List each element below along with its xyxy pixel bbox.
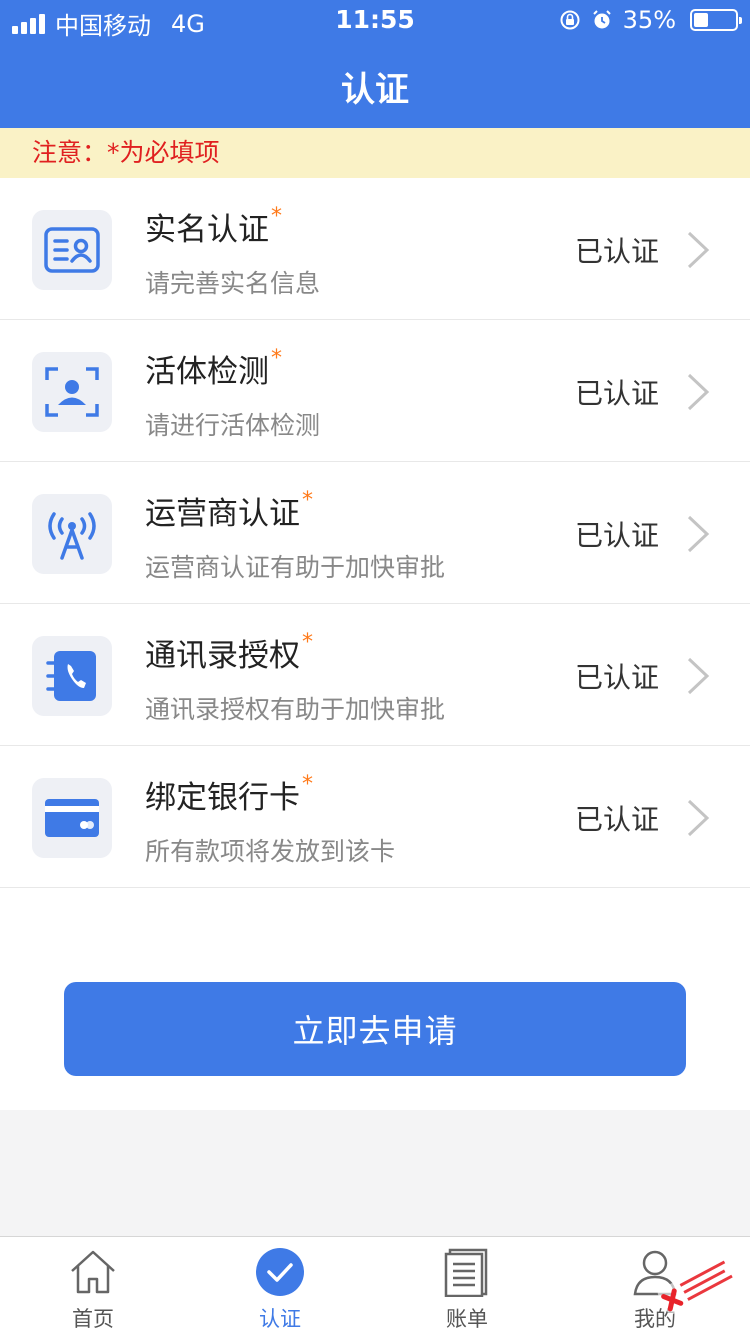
rotation-lock-icon (560, 10, 580, 30)
item-status: 已认证 (575, 235, 660, 268)
tab-label: 认证 (259, 1307, 301, 1331)
item-status: 已认证 (575, 803, 660, 836)
item-title: 实名认证* (145, 204, 282, 248)
item-subtitle: 请完善实名信息 (145, 269, 321, 298)
item-subtitle: 运营商认证有助于加快审批 (145, 553, 446, 582)
item-title: 绑定银行卡* (145, 772, 313, 816)
tab-home[interactable]: 首页 (33, 1237, 153, 1334)
verification-list: 实名认证* 请完善实名信息 已认证 活体检测* 请进行活体检测 已认证 运营商认… (0, 178, 750, 888)
home-icon (71, 1250, 115, 1294)
tab-label: 首页 (72, 1307, 114, 1331)
chevron-right-icon (687, 515, 710, 553)
status-right: 35% (559, 6, 742, 34)
signal-tower-icon (32, 494, 112, 574)
item-title: 通讯录授权* (145, 630, 313, 674)
chevron-right-icon (687, 231, 710, 269)
tab-label: 账单 (446, 1307, 488, 1331)
tab-bar: 首页 认证 账单 我的 (0, 1236, 750, 1334)
list-item-carrier[interactable]: 运营商认证* 运营商认证有助于加快审批 已认证 (0, 462, 750, 604)
battery-icon (690, 9, 742, 31)
battery-percent: 35% (622, 6, 676, 34)
item-subtitle: 通讯录授权有助于加快审批 (145, 695, 446, 724)
check-circle-icon (256, 1248, 304, 1296)
item-status: 已认证 (575, 661, 660, 694)
chevron-right-icon (687, 799, 710, 837)
item-subtitle: 请进行活体检测 (145, 411, 321, 440)
top-header: 中国移动 4G 11:55 35% 认证 (0, 0, 750, 128)
alarm-icon (592, 10, 611, 29)
list-item-real-name[interactable]: 实名认证* 请完善实名信息 已认证 (0, 178, 750, 320)
list-item-bank-card[interactable]: 绑定银行卡* 所有款项将发放到该卡 已认证 (0, 746, 750, 888)
page-title: 认证 (341, 70, 409, 110)
status-bar: 中国移动 4G 11:55 35% (0, 0, 750, 40)
apply-area: 立即去申请 (0, 888, 750, 1110)
apply-now-button[interactable]: 立即去申请 (64, 982, 686, 1076)
bank-card-icon (32, 778, 112, 858)
contacts-phone-icon (32, 636, 112, 716)
chevron-right-icon (687, 373, 710, 411)
watermark-logo (657, 1255, 739, 1315)
face-scan-icon (32, 352, 112, 432)
tab-verification[interactable]: 认证 (220, 1237, 340, 1334)
list-item-contacts[interactable]: 通讯录授权* 通讯录授权有助于加快审批 已认证 (0, 604, 750, 746)
item-title: 运营商认证* (145, 488, 313, 532)
item-title: 活体检测* (145, 346, 282, 390)
item-status: 已认证 (575, 519, 660, 552)
id-card-icon (32, 210, 112, 290)
chevron-right-icon (687, 657, 710, 695)
item-status: 已认证 (575, 377, 660, 410)
bill-icon (444, 1248, 488, 1297)
tab-bills[interactable]: 账单 (407, 1237, 527, 1334)
list-item-liveness[interactable]: 活体检测* 请进行活体检测 已认证 (0, 320, 750, 462)
required-notice: 注意：*为必填项 (0, 128, 750, 178)
item-subtitle: 所有款项将发放到该卡 (145, 837, 396, 866)
battery-level (694, 13, 708, 27)
